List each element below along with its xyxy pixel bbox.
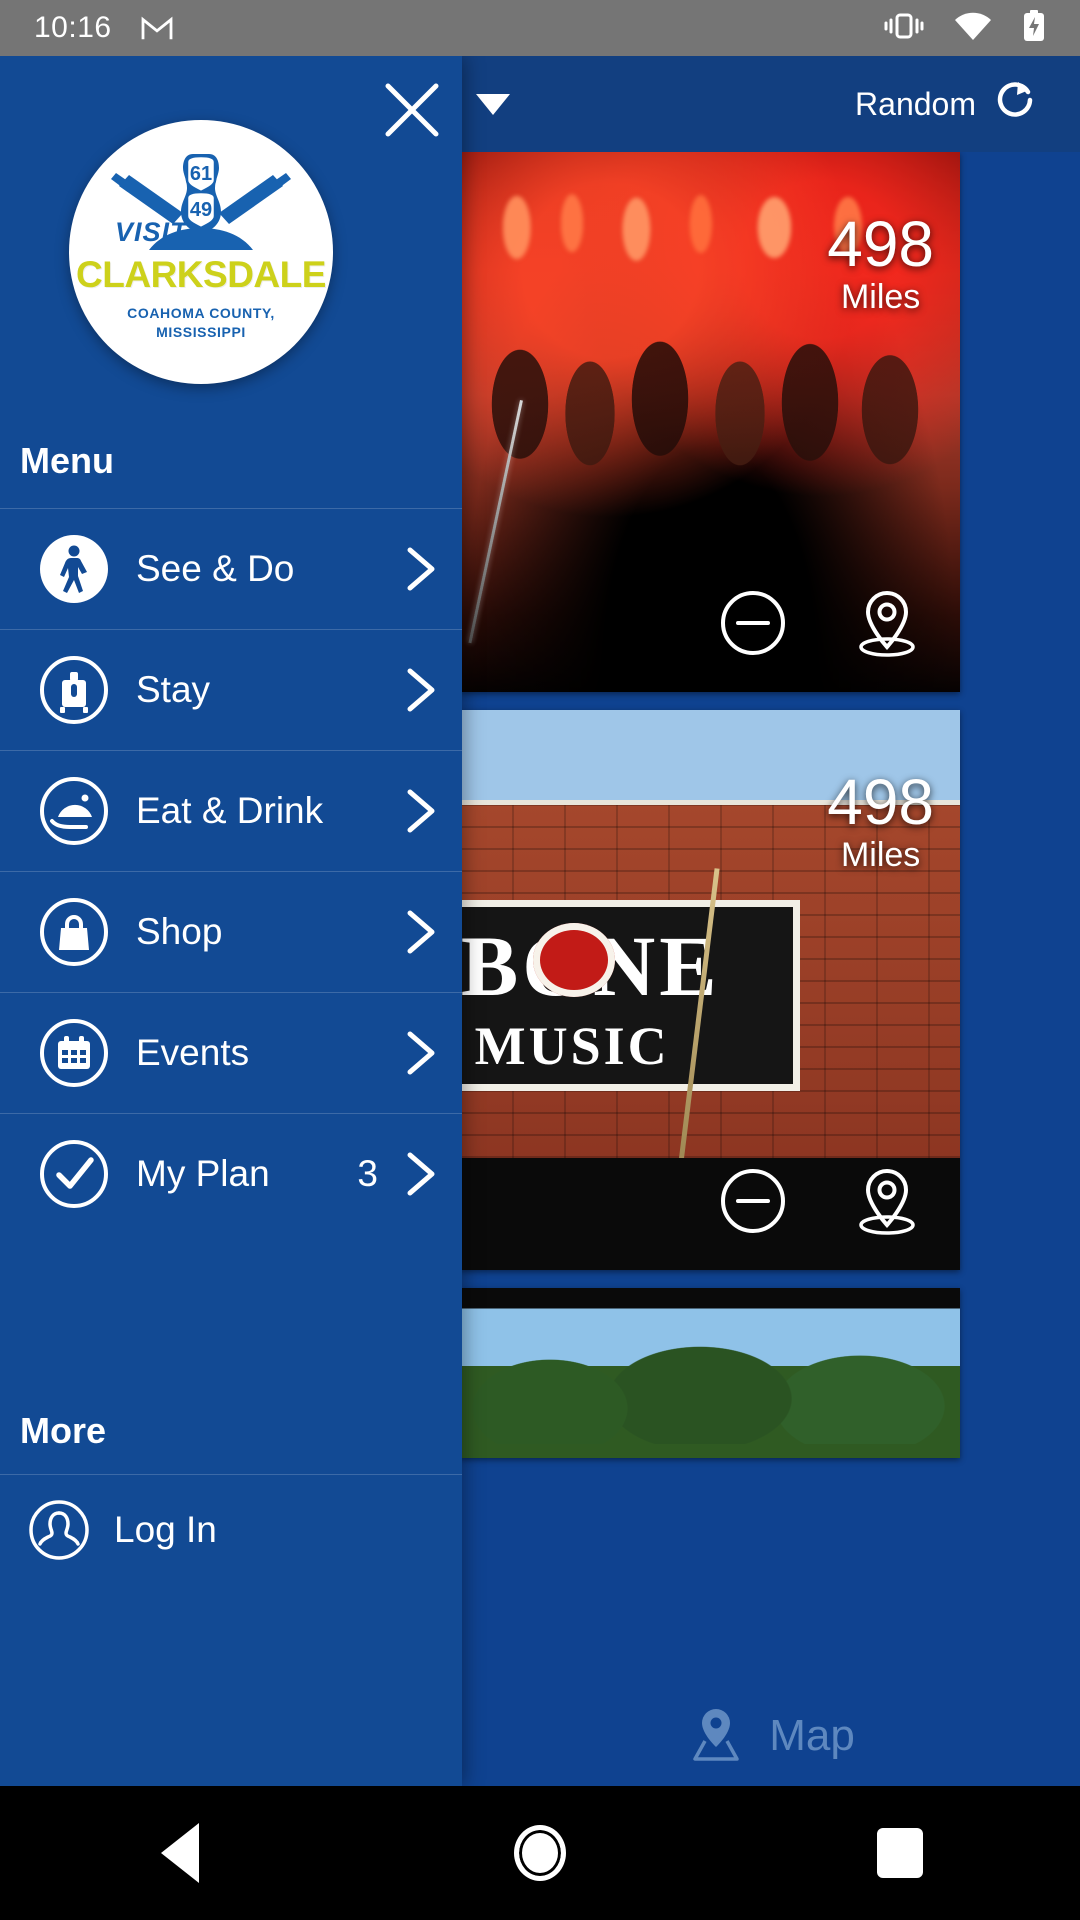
- logo-county-line: COAHOMA COUNTY,: [127, 305, 275, 321]
- status-time: 10:16: [34, 11, 112, 44]
- sidebar-item-stay[interactable]: Stay: [0, 629, 462, 750]
- card-photo: [460, 1288, 960, 1458]
- chevron-right-icon: [404, 1030, 438, 1076]
- sidebar-item-label: See & Do: [136, 548, 295, 589]
- trees-decoration: [460, 1325, 960, 1445]
- logo-county-text: COAHOMA COUNTY, MISSISSIPPI: [127, 304, 275, 342]
- chevron-down-icon: [475, 93, 510, 115]
- logo-state-line: MISSISSIPPI: [156, 323, 246, 340]
- back-button[interactable]: [120, 1786, 240, 1920]
- luggage-icon: [38, 654, 110, 726]
- listing-card[interactable]: 498 Miles: [460, 152, 960, 692]
- drawer-spacer: [0, 1234, 462, 1404]
- user-avatar-icon: [28, 1499, 90, 1561]
- app-screen: 10:16 Random 498 Miles MUSIC 498 Miles M…: [0, 0, 1080, 1920]
- sidebar-item-label: Log In: [114, 1508, 217, 1550]
- svg-text:61: 61: [190, 163, 212, 185]
- wifi-icon: [954, 11, 992, 46]
- logo-visit-text: VISIT: [115, 217, 188, 247]
- card-distance-unit: Miles: [840, 278, 921, 316]
- serving-tray-icon: [38, 775, 110, 847]
- map-pin-location-icon: [685, 1703, 747, 1770]
- map-button[interactable]: Map: [460, 1686, 1080, 1786]
- my-plan-count-badge: 3: [357, 1153, 378, 1194]
- svg-text:49: 49: [190, 199, 212, 221]
- vibrate-icon: [884, 10, 924, 47]
- recents-button[interactable]: [840, 1786, 960, 1920]
- sidebar-item-my-plan[interactable]: My Plan 3: [0, 1113, 462, 1234]
- logo-artwork: 61 49 VISIT: [101, 146, 301, 256]
- status-icons: [884, 9, 1046, 48]
- chevron-right-icon: [404, 909, 438, 955]
- gmail-icon: [140, 14, 174, 42]
- status-bar: 10:16: [0, 0, 1080, 56]
- sidebar-item-label: Events: [136, 1032, 250, 1073]
- listing-card[interactable]: BONE MUSIC 498 Miles: [460, 710, 960, 1270]
- card-actions: [718, 1163, 924, 1244]
- mural-text: BONE: [461, 918, 779, 1015]
- random-button[interactable]: Random: [855, 79, 1036, 129]
- card-distance: 498 Miles: [827, 770, 934, 877]
- check-circle-icon: [38, 1138, 110, 1210]
- chevron-right-icon: [404, 546, 438, 592]
- sidebar-item-shop[interactable]: Shop: [0, 871, 462, 992]
- sidebar-item-label: Stay: [136, 669, 211, 710]
- map-pin-icon[interactable]: [850, 585, 924, 666]
- listing-cards[interactable]: 498 Miles MUSIC 498 Miles: [460, 152, 1080, 1786]
- refresh-icon: [994, 79, 1036, 129]
- close-icon[interactable]: [380, 78, 444, 142]
- minus-circle-icon[interactable]: [718, 1166, 788, 1241]
- battery-charging-icon: [1022, 9, 1046, 48]
- calendar-icon: [38, 1017, 110, 1089]
- card-actions: [718, 585, 924, 666]
- card-distance-value: 498: [827, 208, 934, 280]
- chevron-right-icon: [404, 788, 438, 834]
- sidebar-item-label: My Plan: [136, 1153, 270, 1194]
- more-section-title: More: [20, 1410, 107, 1451]
- mural-subtext: MUSIC: [474, 1015, 670, 1076]
- logo-name-text: CLARKSDALE: [76, 254, 326, 295]
- logo-circle: 61 49 VISIT CLARKSDALE COAHOMA COUNTY, M…: [69, 120, 333, 384]
- chevron-right-icon: [404, 1151, 438, 1197]
- map-button-label: Map: [769, 1711, 855, 1760]
- card-distance-unit: Miles: [840, 836, 921, 874]
- navigation-drawer: 61 49 VISIT CLARKSDALE COAHOMA COUNTY, M…: [0, 56, 462, 1786]
- sidebar-item-events[interactable]: Events: [0, 992, 462, 1113]
- minus-circle-icon[interactable]: [718, 588, 788, 663]
- android-nav-bar: [0, 1786, 1080, 1920]
- card-distance-value: 498: [827, 766, 934, 838]
- sidebar-item-eat-and-drink[interactable]: Eat & Drink: [0, 750, 462, 871]
- random-label: Random: [855, 85, 976, 122]
- card-distance: 498 Miles: [827, 212, 934, 319]
- shopping-bag-icon: [38, 896, 110, 968]
- sidebar-item-label: Shop: [136, 911, 223, 952]
- sidebar-item-see-and-do[interactable]: See & Do: [0, 508, 462, 629]
- walking-person-icon: [38, 533, 110, 605]
- mural-sign: BONE MUSIC: [460, 900, 800, 1091]
- sidebar-item-log-in[interactable]: Log In: [0, 1474, 462, 1584]
- crowd-decoration: [460, 303, 960, 487]
- map-pin-icon[interactable]: [850, 1163, 924, 1244]
- home-button[interactable]: [480, 1786, 600, 1920]
- chevron-right-icon: [404, 667, 438, 713]
- brand-logo: 61 49 VISIT CLARKSDALE COAHOMA COUNTY, M…: [0, 120, 462, 410]
- sidebar-item-label: Eat & Drink: [136, 790, 324, 831]
- listing-card[interactable]: [460, 1288, 960, 1458]
- mural-red-circle-decoration: [533, 923, 615, 998]
- menu-section-title: Menu: [20, 440, 114, 481]
